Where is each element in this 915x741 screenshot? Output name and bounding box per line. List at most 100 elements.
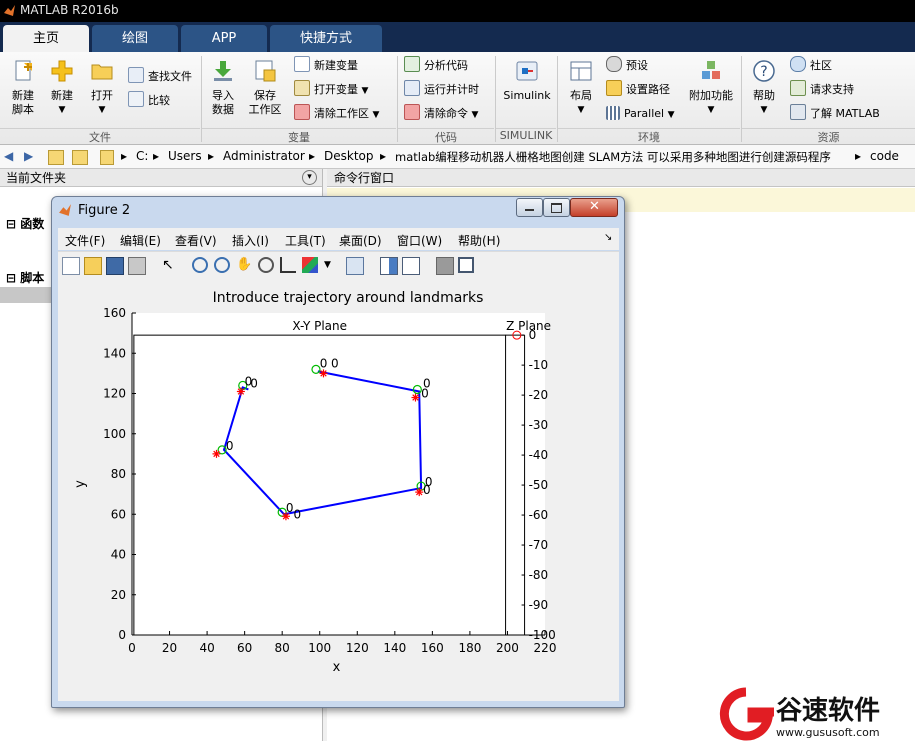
breadcrumb-users[interactable]: Users — [168, 149, 202, 163]
link-plot-icon[interactable] — [346, 257, 364, 275]
minimize-button[interactable] — [516, 198, 543, 217]
breadcrumb-project-folder[interactable]: matlab编程移动机器人栅格地图创建 SLAM方法 可以采用多种地图进行创建源… — [395, 149, 831, 165]
matlab-logo-icon — [4, 5, 15, 16]
collapse-icon: ⊟ — [6, 271, 21, 285]
x-tick-label: 220 — [534, 641, 557, 655]
addons-label: 附加功能 — [689, 89, 733, 102]
tab-apps[interactable]: APP — [181, 25, 267, 52]
menu-edit[interactable]: 编辑(E) — [120, 232, 161, 249]
colorbar-icon[interactable] — [380, 257, 398, 275]
chevron-down-icon[interactable]: ▼ — [324, 257, 332, 273]
menu-desktop[interactable]: 桌面(D) — [339, 232, 382, 249]
layout-button[interactable]: 布局 ▼ — [564, 60, 598, 117]
breadcrumb-separator-icon: ▸ — [855, 149, 862, 163]
up-folder-icon[interactable] — [48, 150, 64, 165]
app-title-bar: MATLAB R2016b — [0, 0, 915, 22]
community-button[interactable]: 社区 — [790, 56, 832, 76]
new-button[interactable]: 新建 ▼ — [46, 60, 78, 117]
brush-icon[interactable] — [302, 257, 318, 273]
new-variable-button[interactable]: 新建变量 — [294, 56, 358, 76]
panel-menu-icon[interactable]: ▾ — [302, 170, 317, 185]
find-files-button[interactable]: 查找文件 — [128, 67, 192, 87]
gususoft-watermark: 谷速软件 www.gususoft.com — [716, 686, 915, 741]
simulink-button[interactable]: Simulink — [502, 60, 552, 103]
analyze-code-button[interactable]: 分析代码 — [404, 56, 468, 76]
back-arrow-icon[interactable]: ◀ — [4, 149, 13, 163]
point-label: 0 — [250, 376, 258, 390]
open-file-icon[interactable] — [84, 257, 102, 275]
browse-folder-icon[interactable] — [72, 150, 88, 165]
menu-insert[interactable]: 插入(I) — [232, 232, 269, 249]
set-path-label: 设置路径 — [626, 83, 670, 96]
trajectory-plot[interactable]: 0 20 40 60 80 100 120 140 160 180 200 220 0 20 40 60 80 1… — [58, 278, 619, 701]
parallel-button[interactable]: Parallel ▼ — [606, 104, 675, 124]
run-and-time-button[interactable]: 运行并计时 — [404, 80, 479, 100]
show-plot-tools-icon[interactable] — [458, 257, 474, 273]
open-variable-label: 打开变量 — [314, 83, 358, 96]
forward-arrow-icon[interactable]: ▶ — [24, 149, 33, 163]
point-label: 0 — [293, 507, 301, 521]
set-path-button[interactable]: 设置路径 — [606, 80, 670, 100]
close-icon: ✕ — [589, 199, 600, 214]
point-label: 0 — [421, 387, 429, 401]
legend-icon[interactable] — [402, 257, 420, 275]
pan-hand-icon[interactable]: ✋ — [236, 257, 252, 273]
rotate-3d-icon[interactable] — [258, 257, 274, 273]
z-tick-label: -30 — [529, 418, 549, 432]
y-tick-label: 60 — [111, 507, 126, 521]
menu-tools[interactable]: 工具(T) — [285, 232, 326, 249]
tree-section-functions[interactable]: ⊟ 函数 — [6, 215, 44, 232]
new-script-button[interactable]: 新建 脚本 — [6, 60, 40, 117]
functions-label: 函数 — [20, 217, 45, 231]
pointer-icon[interactable]: ↖ — [162, 257, 178, 273]
point-label: 0 — [423, 483, 431, 497]
menu-help[interactable]: 帮助(H) — [458, 232, 500, 249]
import-data-button[interactable]: 导入 数据 — [206, 60, 240, 117]
dock-arrow-icon[interactable]: ↘ — [604, 232, 612, 243]
address-bar: ◀ ▶ ▸ C: ▸ Users ▸ Administrator ▸ Deskt… — [0, 145, 915, 169]
compare-button[interactable]: 比较 — [128, 91, 170, 111]
figure-canvas: 0 20 40 60 80 100 120 140 160 180 200 220 0 20 40 60 80 1… — [58, 278, 619, 701]
z-tick-label: -90 — [529, 598, 549, 612]
save-icon[interactable] — [106, 257, 124, 275]
watermark-url: www.gususoft.com — [776, 726, 880, 739]
hide-plot-tools-icon[interactable] — [436, 257, 454, 275]
menu-window[interactable]: 窗口(W) — [397, 232, 442, 249]
x-tick-label: 160 — [421, 641, 444, 655]
import-icon — [214, 61, 232, 81]
community-icon — [790, 56, 806, 72]
tree-section-scripts[interactable]: ⊟ 脚本 — [6, 269, 44, 286]
learn-matlab-button[interactable]: 了解 MATLAB — [790, 104, 880, 124]
maximize-button[interactable] — [543, 198, 570, 217]
menu-view[interactable]: 查看(V) — [175, 232, 217, 249]
tab-home[interactable]: 主页 — [3, 25, 89, 52]
addons-button[interactable]: 附加功能 ▼ — [688, 60, 734, 117]
open-variable-button[interactable]: 打开变量 ▼ — [294, 80, 368, 100]
find-files-icon — [128, 67, 144, 83]
print-icon[interactable] — [128, 257, 146, 275]
breadcrumb-c-drive[interactable]: C: — [136, 149, 148, 163]
clear-commands-button[interactable]: 清除命令 ▼ — [404, 104, 478, 124]
help-button[interactable]: ? 帮助 ▼ — [748, 60, 780, 117]
save-workspace-button[interactable]: 保存 工作区 — [246, 60, 284, 117]
group-environment-label: 环境 — [558, 128, 740, 145]
request-support-button[interactable]: 请求支持 — [790, 80, 854, 100]
close-button[interactable]: ✕ — [570, 198, 618, 217]
breadcrumb-code[interactable]: code — [870, 149, 899, 163]
zoom-in-icon[interactable] — [192, 257, 208, 273]
data-cursor-icon[interactable] — [280, 257, 296, 273]
point-label: 0 — [286, 501, 294, 515]
tab-shortcuts[interactable]: 快捷方式 — [270, 25, 382, 52]
zoom-out-icon[interactable] — [214, 257, 230, 273]
preferences-button[interactable]: 预设 — [606, 56, 648, 76]
tab-plots[interactable]: 绘图 — [92, 25, 178, 52]
new-figure-icon[interactable] — [62, 257, 80, 275]
clear-workspace-button[interactable]: 清除工作区 ▼ — [294, 104, 379, 124]
layout-label: 布局 — [570, 89, 592, 102]
breadcrumb-desktop[interactable]: Desktop — [324, 149, 374, 163]
z-tick-label: -20 — [529, 388, 549, 402]
menu-file[interactable]: 文件(F) — [65, 232, 105, 249]
breadcrumb-administrator[interactable]: Administrator — [223, 149, 305, 163]
open-button[interactable]: 打开 ▼ — [86, 60, 118, 117]
current-folder-title: 当前文件夹 — [0, 169, 322, 187]
